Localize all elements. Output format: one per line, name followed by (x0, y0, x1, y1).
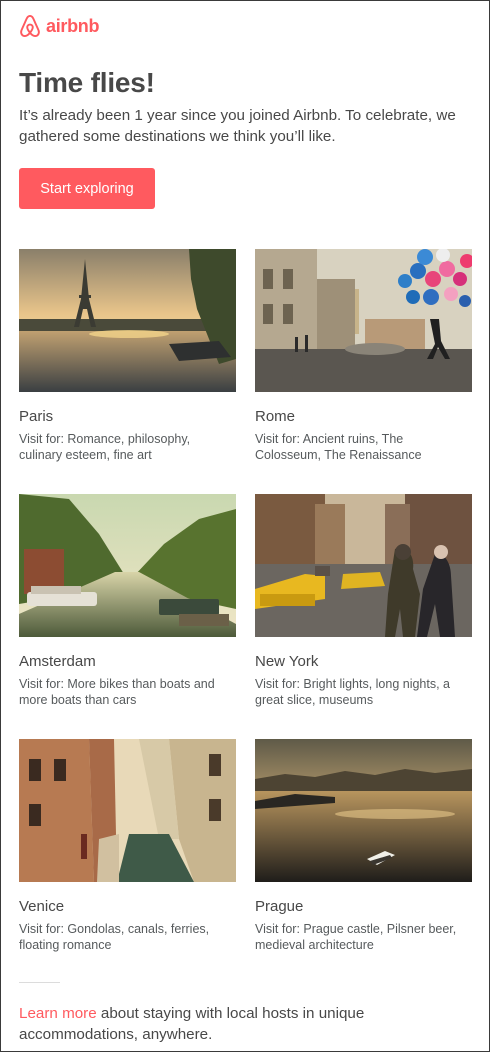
headline: Time flies! (19, 67, 155, 98)
new-york-street-taxi-photo[interactable] (255, 494, 472, 637)
learn-more-link[interactable]: Learn more (19, 1005, 97, 1022)
destination-card-venice[interactable]: Venice Visit for: Gondolas, canals, ferr… (19, 739, 236, 953)
brand-name: airbnb (46, 15, 100, 36)
rome-piazza-balloons-photo[interactable] (255, 249, 472, 392)
start-exploring-button[interactable]: Start exploring (19, 168, 155, 209)
destination-city[interactable]: Prague (255, 898, 472, 915)
destination-card-prague[interactable]: Prague Visit for: Prague castle, Pilsner… (255, 739, 472, 953)
amsterdam-canal-photo[interactable] (19, 494, 236, 637)
email-frame: airbnb Time flies! It’s already been 1 y… (0, 0, 490, 1052)
destination-city[interactable]: Rome (255, 408, 472, 425)
airbnb-belo-icon (20, 14, 40, 38)
destination-city[interactable]: Venice (19, 898, 236, 915)
destination-reasons: Visit for: Bright lights, long nights, a… (255, 677, 451, 707)
brand-header[interactable]: airbnb (19, 14, 100, 38)
destination-card-rome[interactable]: Rome Visit for: Ancient ruins, The Colos… (255, 249, 472, 463)
paris-eiffel-tower-sunset-photo[interactable] (19, 249, 236, 392)
destination-reasons: Visit for: Ancient ruins, The Colosseum,… (255, 432, 422, 462)
intro-text: It’s already been 1 year since you joine… (19, 107, 456, 145)
footer-text: Learn more about staying with local host… (19, 1003, 469, 1045)
destination-reasons: Visit for: More bikes than boats and mor… (19, 677, 215, 707)
destination-reasons: Visit for: Gondolas, canals, ferries, fl… (19, 922, 210, 952)
destination-card-new-york[interactable]: New York Visit for: Bright lights, long … (255, 494, 472, 708)
destination-city[interactable]: Amsterdam (19, 653, 236, 670)
destination-city[interactable]: Paris (19, 408, 236, 425)
destination-reasons: Visit for: Prague castle, Pilsner beer, … (255, 922, 457, 952)
destination-card-amsterdam[interactable]: Amsterdam Visit for: More bikes than boa… (19, 494, 236, 708)
destination-reasons: Visit for: Romance, philosophy, culinary… (19, 432, 191, 462)
footer-divider (19, 982, 60, 983)
venice-narrow-canal-photo[interactable] (19, 739, 236, 882)
destination-city[interactable]: New York (255, 653, 472, 670)
prague-river-sunset-photo[interactable] (255, 739, 472, 882)
destination-card-paris[interactable]: Paris Visit for: Romance, philosophy, cu… (19, 249, 236, 463)
